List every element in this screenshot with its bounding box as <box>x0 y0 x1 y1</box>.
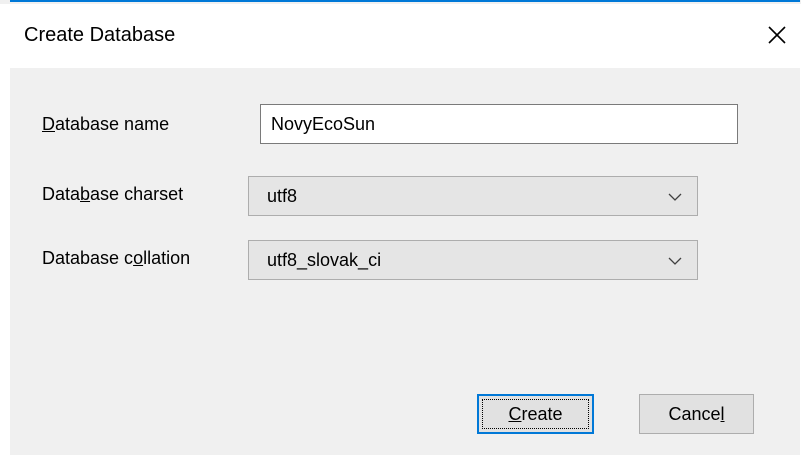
cancel-button[interactable]: Cancel <box>639 394 754 434</box>
chevron-down-icon <box>667 253 683 269</box>
chevron-down-icon <box>667 189 683 205</box>
create-button[interactable]: Create <box>477 394 594 434</box>
database-charset-label-mnemonic: b <box>80 184 91 204</box>
create-database-dialog: Create Database Database name Database c… <box>0 0 801 455</box>
database-collation-label-mnemonic: o <box>133 248 144 268</box>
dialog-body: Database name Database charset utf8 Data… <box>10 68 800 455</box>
database-collation-label-post: llation <box>143 248 191 268</box>
database-charset-label: Database charset <box>42 184 183 205</box>
database-name-label-mnemonic: D <box>42 114 55 134</box>
database-name-input[interactable] <box>260 104 738 144</box>
title-bar[interactable]: Create Database <box>10 4 800 68</box>
focus-rectangle <box>482 399 589 429</box>
dialog-title: Create Database <box>24 24 176 46</box>
cancel-button-label: Cance <box>668 404 721 424</box>
database-charset-select[interactable]: utf8 <box>248 176 698 216</box>
database-name-label-text: atabase name <box>55 114 170 134</box>
database-charset-label-pre: Data <box>42 184 81 204</box>
database-collation-label-pre: Database c <box>42 248 134 268</box>
cancel-button-mnemonic: l <box>720 404 725 424</box>
database-charset-value: utf8 <box>267 186 298 206</box>
database-charset-label-post: ase charset <box>90 184 184 204</box>
database-collation-select[interactable]: utf8_slovak_ci <box>248 240 698 280</box>
database-name-label: Database name <box>42 114 169 135</box>
window-accent-border <box>10 0 800 2</box>
database-collation-value: utf8_slovak_ci <box>267 250 382 270</box>
database-collation-label: Database collation <box>42 248 190 269</box>
close-button[interactable] <box>760 18 794 52</box>
close-icon <box>768 26 786 44</box>
